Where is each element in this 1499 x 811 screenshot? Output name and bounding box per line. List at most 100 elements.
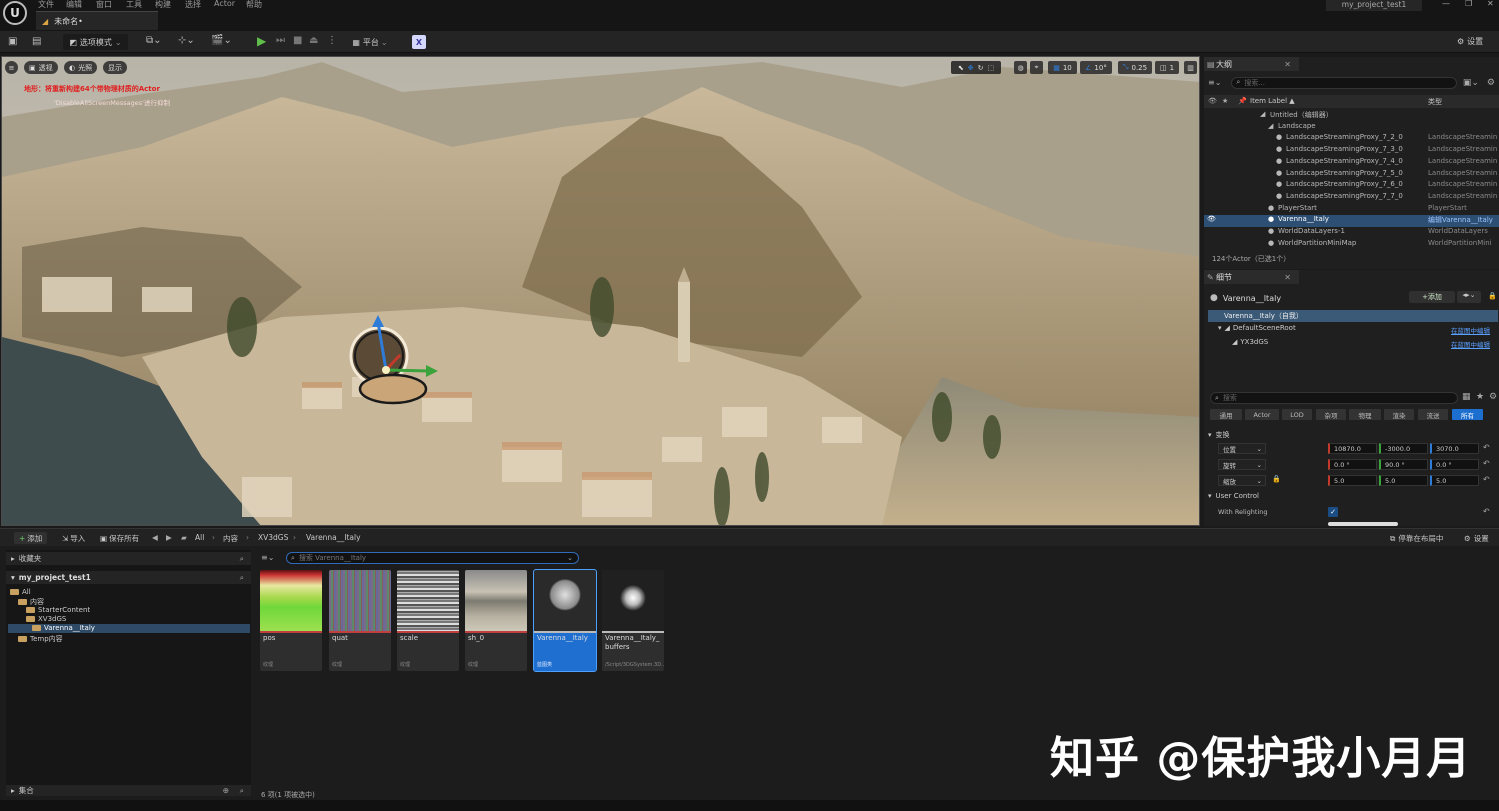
table-view-icon[interactable]: ▦: [1462, 392, 1471, 402]
tree-temp[interactable]: Temp内容: [18, 634, 63, 643]
save-all-button[interactable]: ▣ 保存所有: [100, 533, 139, 544]
outliner-row[interactable]: ● PlayerStart PlayerStart: [1204, 204, 1499, 216]
add-collection-icon[interactable]: ⊕: [223, 786, 229, 795]
reset-icon[interactable]: ↶: [1483, 443, 1490, 452]
surface-snap-icon[interactable]: ⌖: [1030, 61, 1043, 74]
outliner-row[interactable]: ● Varenna__Italy 编辑Varenna__Italy 👁: [1204, 215, 1499, 228]
edit-in-blueprint-link[interactable]: 在蓝图中编辑: [1451, 339, 1490, 349]
project-section[interactable]: ▾ my_project_test1 ⌕: [6, 571, 251, 584]
rotate-icon[interactable]: ↻: [978, 64, 984, 72]
rotation-snap[interactable]: ∠ 10°: [1080, 61, 1112, 74]
save-icon[interactable]: ▣: [8, 36, 17, 47]
outliner-row[interactable]: ● LandscapeStreamingProxy_7_2_0 LandscapeS…: [1204, 133, 1499, 145]
close-button[interactable]: ✕: [1487, 0, 1494, 8]
add-actor-icon[interactable]: ⧉⌄: [146, 35, 162, 46]
breadcrumb-xv3dgs[interactable]: XV3dGS: [258, 533, 288, 542]
tree-starter-content[interactable]: StarterContent: [26, 606, 90, 615]
filter-4[interactable]: 物理: [1349, 409, 1381, 420]
search-icon[interactable]: ⌕: [240, 573, 244, 583]
details-settings-icon[interactable]: ⚙: [1489, 392, 1497, 402]
minimize-button[interactable]: —: [1442, 0, 1450, 8]
outliner-row[interactable]: ◢ Landscape: [1204, 122, 1499, 134]
tree-xv3dgs[interactable]: XV3dGS: [26, 615, 66, 624]
menu-actor[interactable]: Actor: [214, 0, 235, 8]
filter-icon[interactable]: ≡⌄: [1208, 78, 1221, 87]
show-button[interactable]: 显示: [103, 61, 127, 74]
history-back-icon[interactable]: ◀: [152, 533, 158, 542]
col-item-label[interactable]: Item Label ▲: [1250, 97, 1295, 105]
search-icon[interactable]: ⌕: [240, 554, 244, 564]
filter-7[interactable]: 所有: [1452, 409, 1483, 420]
asset-tile[interactable]: Varenna__Italy 蓝图类: [533, 569, 597, 672]
asset-tile[interactable]: pos 纹理: [260, 570, 322, 671]
browse-icon[interactable]: ▤: [32, 36, 41, 47]
asset-filter-icon[interactable]: ≡⌄: [261, 553, 274, 562]
camera-speed[interactable]: ◫ 1: [1155, 61, 1179, 74]
transform-mode-select[interactable]: 缩放 ⌄: [1218, 475, 1266, 486]
menu-edit[interactable]: 编辑: [66, 0, 82, 10]
close-tab-icon[interactable]: ✕: [1284, 60, 1291, 69]
transform-mode-select[interactable]: 旋转 ⌄: [1218, 459, 1266, 470]
component-self-row[interactable]: Varenna__Italy（自我）: [1208, 310, 1498, 322]
tree-content[interactable]: 内容: [18, 597, 44, 606]
move-icon[interactable]: ✥: [968, 64, 974, 72]
transform-mode-select[interactable]: 位置 ⌄: [1218, 443, 1266, 454]
cb-settings-button[interactable]: ⚙ 设置: [1464, 533, 1489, 544]
settings-button[interactable]: ⚙ 设置: [1457, 36, 1483, 47]
unreal-logo-icon[interactable]: U: [3, 1, 27, 25]
section-transform[interactable]: ▾ 变换: [1208, 430, 1230, 440]
search-icon[interactable]: ⌕: [240, 786, 244, 796]
visibility-icon[interactable]: 👁: [1207, 215, 1216, 223]
menu-help[interactable]: 帮助: [246, 0, 262, 10]
asset-tile[interactable]: Varenna__Italy_buffers/Script/3DGSystem.…: [602, 570, 664, 671]
reset-icon[interactable]: ↶: [1483, 475, 1490, 484]
col-type[interactable]: 类型: [1428, 97, 1442, 107]
asset-search[interactable]: ⌕ 搜索 Varenna__Italy ⌄: [286, 552, 579, 564]
import-button[interactable]: ⇲ 导入: [62, 533, 85, 544]
outliner-row[interactable]: ● LandscapeStreamingProxy_7_7_0 LandscapeS…: [1204, 192, 1499, 204]
transform-z-field[interactable]: 0.0 °: [1430, 459, 1479, 470]
level-viewport[interactable]: ≡ ▣ 透视 ◐ 光照 显示 地形：将重新构建64个带物理材质的Actor 'Dis…: [1, 56, 1200, 526]
add-folder-icon[interactable]: ▣⌄: [1463, 78, 1479, 88]
eject-icon[interactable]: ⏏: [309, 35, 318, 46]
tree-varenna-selected[interactable]: Varenna__Italy: [8, 624, 250, 633]
collections-section[interactable]: ▸ 集合 ⊕ ⌕: [6, 785, 251, 796]
viewport-menu-icon[interactable]: ≡: [5, 61, 18, 74]
transform-y-field[interactable]: -3000.0: [1379, 443, 1428, 454]
tree-all[interactable]: All: [10, 588, 31, 597]
outliner-settings-icon[interactable]: ⚙: [1487, 78, 1495, 88]
transform-y-field[interactable]: 5.0: [1379, 475, 1428, 486]
play-icon[interactable]: ▶: [257, 34, 266, 48]
transform-x-field[interactable]: 10870.0: [1328, 443, 1377, 454]
outliner-row[interactable]: ● LandscapeStreamingProxy_7_5_0 LandscapeS…: [1204, 169, 1499, 181]
scale-snap[interactable]: ⤡ 0.25: [1118, 61, 1152, 74]
component-yx3dgs[interactable]: ◢ YX3dGS: [1232, 338, 1268, 346]
more-icon[interactable]: ⋮: [327, 35, 337, 46]
transform-x-field[interactable]: 5.0: [1328, 475, 1377, 486]
outliner-row[interactable]: ● WorldDataLayers-1 WorldDataLayers: [1204, 227, 1499, 239]
filter-0[interactable]: 通用: [1210, 409, 1242, 420]
details-search[interactable]: ⌕ 搜索: [1210, 392, 1458, 404]
close-tab-icon[interactable]: ✕: [1284, 273, 1291, 282]
asset-tile[interactable]: quat 纹理: [329, 570, 391, 671]
breadcrumb-varenna[interactable]: Varenna__Italy: [306, 533, 361, 542]
favorite-star-icon[interactable]: ★: [1476, 392, 1484, 402]
menu-tools[interactable]: 工具: [126, 0, 142, 10]
blueprint-icon[interactable]: ⊹⌄: [178, 35, 195, 46]
outliner-row[interactable]: ◢ Untitled（编辑器）: [1204, 110, 1499, 122]
menu-build[interactable]: 构建: [155, 0, 171, 10]
transform-y-field[interactable]: 90.0 °: [1379, 459, 1428, 470]
transform-x-field[interactable]: 0.0 °: [1328, 459, 1377, 470]
filter-1[interactable]: Actor: [1245, 409, 1279, 420]
lit-button[interactable]: ◐ 光照: [64, 61, 98, 74]
cinematics-icon[interactable]: 🎬⌄: [211, 35, 232, 46]
menu-file[interactable]: 文件: [38, 0, 54, 10]
perspective-button[interactable]: ▣ 透视: [24, 61, 58, 74]
asset-tile[interactable]: sh_0 纹理: [465, 570, 527, 671]
filter-3[interactable]: 杂项: [1316, 409, 1346, 420]
history-forward-icon[interactable]: ▶: [166, 533, 172, 542]
outliner-tab[interactable]: ▤ 大纲 ✕: [1204, 57, 1299, 71]
grid-snap[interactable]: ▦ 10: [1048, 61, 1077, 74]
scale-icon[interactable]: ⬚: [988, 64, 995, 72]
reset-icon[interactable]: ↶: [1483, 507, 1490, 516]
